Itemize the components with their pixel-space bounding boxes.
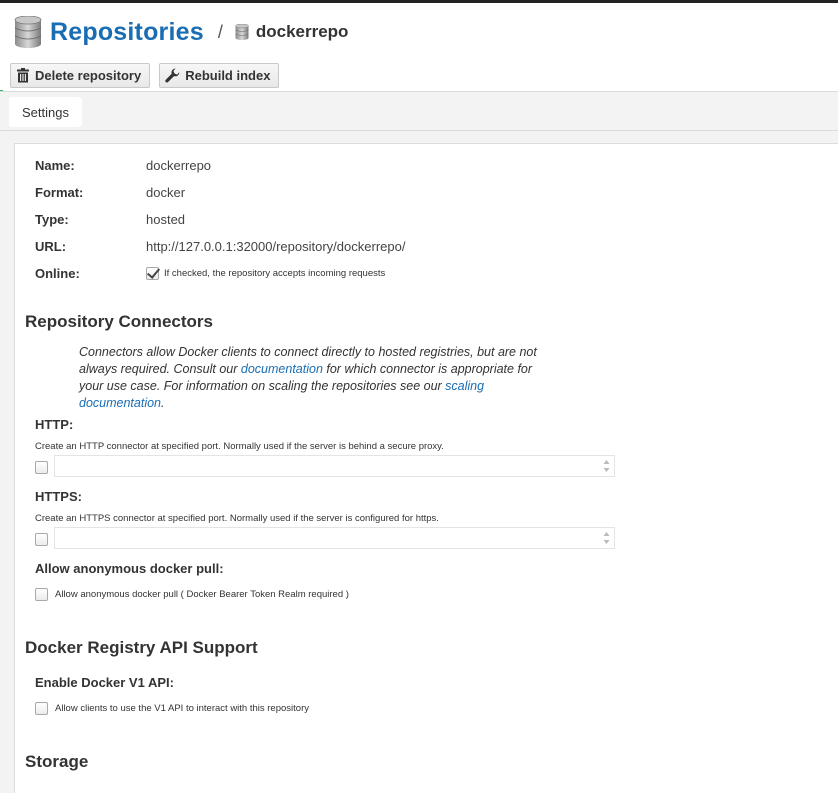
https-checkbox[interactable] (35, 533, 48, 546)
rebuild-index-label: Rebuild index (185, 68, 271, 83)
tab-settings[interactable]: Settings (9, 97, 82, 127)
anonymous-pull-label: Allow anonymous docker pull: (35, 561, 224, 576)
page-title[interactable]: Repositories (50, 18, 204, 47)
spinner-arrows-icon (603, 532, 610, 544)
delete-repository-button[interactable]: Delete repository (10, 63, 151, 88)
name-value: dockerrepo (146, 157, 212, 173)
docker-v1-api-help: Allow clients to use the V1 API to inter… (55, 703, 309, 714)
documentation-link[interactable]: documentation (241, 362, 323, 376)
online-row: Online: If checked, the repository accep… (35, 265, 385, 281)
https-help: Create an HTTPS connector at specified p… (35, 513, 439, 524)
delete-repository-label: Delete repository (35, 68, 142, 83)
http-enable-row (35, 461, 48, 474)
online-label: Online: (35, 265, 80, 281)
anonymous-pull-help: Allow anonymous docker pull ( Docker Bea… (55, 589, 349, 600)
settings-panel: Name: dockerrepo Format: docker Type: ho… (14, 143, 838, 793)
breadcrumb-separator: / (217, 21, 223, 42)
docker-v1-api-label: Enable Docker V1 API: (35, 675, 174, 690)
format-row: Format: docker (35, 184, 185, 200)
type-row: Type: hosted (35, 211, 185, 227)
docker-registry-api-heading: Docker Registry API Support (25, 638, 258, 657)
url-row: URL: http://127.0.0.1:32000/repository/d… (35, 238, 405, 254)
anonymous-pull-row: Allow anonymous docker pull ( Docker Bea… (35, 588, 349, 601)
trash-icon (17, 68, 29, 83)
anonymous-pull-checkbox[interactable] (35, 588, 48, 601)
connectors-description: Connectors allow Docker clients to conne… (79, 345, 537, 410)
https-port-field[interactable] (54, 527, 615, 549)
online-checkbox[interactable] (146, 266, 159, 280)
storage-heading: Storage (25, 752, 89, 771)
toolbar: Delete repository Rebuild index (10, 63, 280, 88)
http-checkbox[interactable] (35, 461, 48, 474)
https-enable-row (35, 533, 48, 546)
http-port-field[interactable] (54, 455, 615, 477)
online-help: If checked, the repository accepts incom… (164, 267, 386, 279)
page-header: Repositories / dockerrepo Delete reposit… (0, 3, 838, 91)
spinner-arrows-icon (603, 460, 610, 472)
breadcrumb-repo-name: dockerrepo (255, 22, 349, 41)
repository-connectors-heading: Repository Connectors (25, 312, 213, 331)
tab-bar: Settings (0, 91, 838, 131)
wrench-icon (165, 68, 180, 83)
docker-v1-api-row: Allow clients to use the V1 API to inter… (35, 702, 309, 715)
database-icon (235, 24, 249, 40)
https-label: HTTPS: (35, 489, 82, 504)
http-label: HTTP: (35, 417, 74, 432)
type-label: Type: (35, 211, 69, 227)
type-value: hosted (146, 211, 186, 227)
database-icon (14, 16, 42, 48)
url-value: http://127.0.0.1:32000/repository/docker… (146, 238, 406, 254)
name-label: Name: (35, 157, 75, 173)
url-label: URL: (35, 238, 67, 254)
format-value: docker (146, 184, 186, 200)
breadcrumb: Repositories / dockerrepo (14, 15, 348, 49)
http-help: Create an HTTP connector at specified po… (35, 441, 444, 452)
format-label: Format: (35, 184, 84, 200)
name-row: Name: dockerrepo (35, 157, 211, 173)
rebuild-index-button[interactable]: Rebuild index (159, 63, 280, 88)
docker-v1-api-checkbox[interactable] (35, 702, 48, 715)
